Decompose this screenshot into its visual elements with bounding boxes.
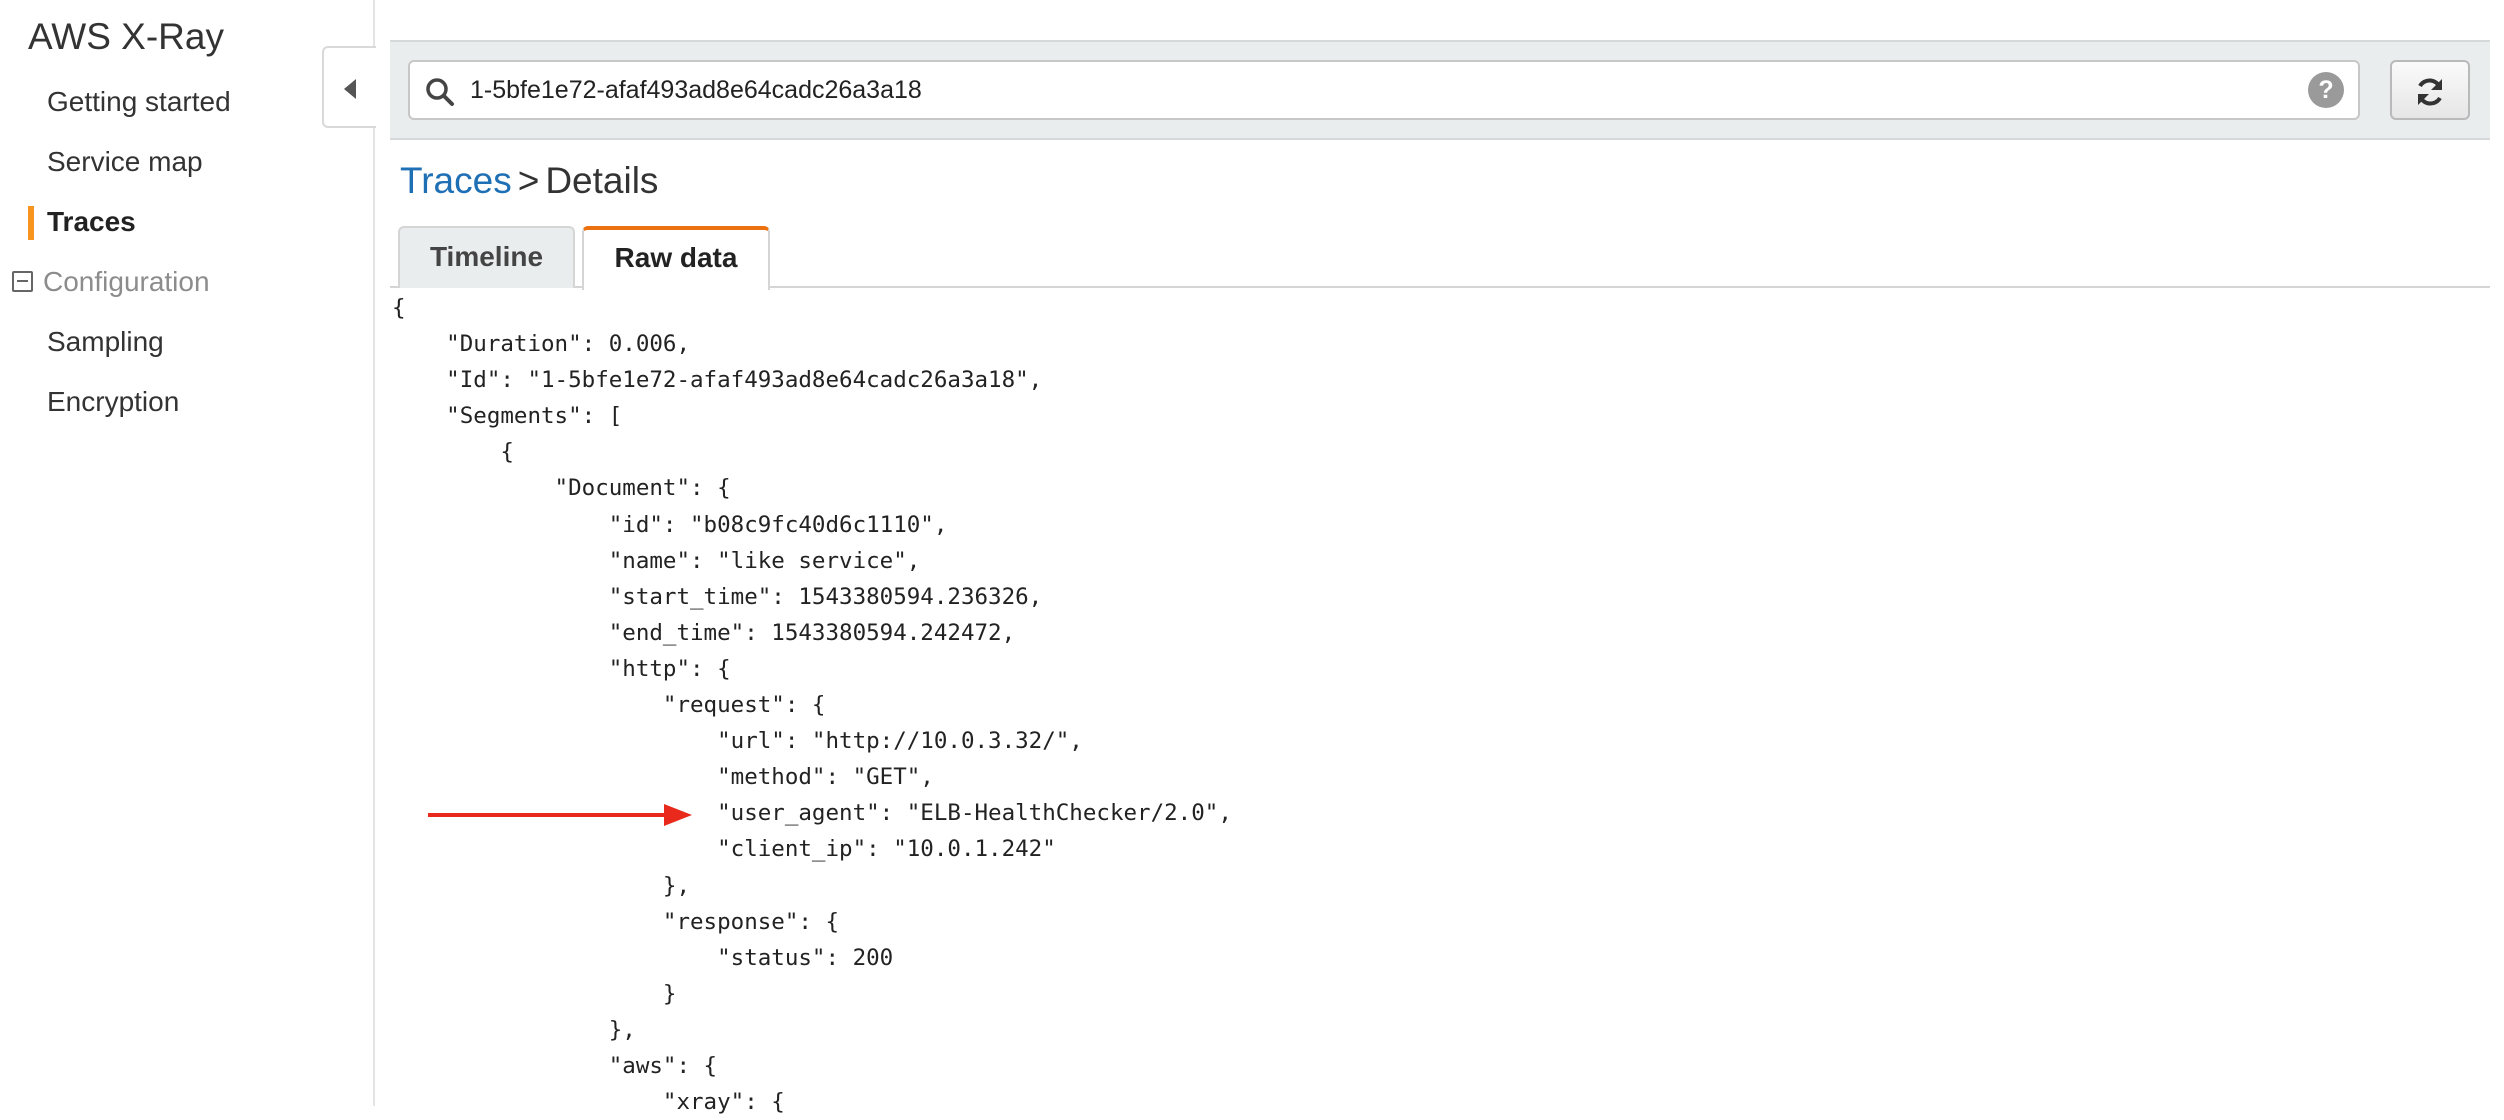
tab-raw-data[interactable]: Raw data — [582, 226, 770, 290]
code-line: "name": "like service", — [392, 547, 921, 574]
code-line: }, — [392, 872, 691, 899]
search-input[interactable] — [470, 70, 2250, 110]
refresh-button[interactable] — [2390, 60, 2470, 120]
code-line: "Duration": 0.006, — [392, 331, 691, 358]
sidebar-toggle-button[interactable] — [322, 46, 376, 128]
tab-timeline[interactable]: Timeline — [398, 226, 575, 288]
code-line: "url": "http://10.0.3.32/", — [392, 728, 1083, 755]
breadcrumb: Traces > Details — [400, 160, 658, 202]
code-line: "http": { — [392, 655, 731, 682]
active-item-marker — [28, 206, 34, 240]
code-line: { — [392, 295, 406, 321]
app-title: AWS X-Ray — [28, 16, 224, 57]
breadcrumb-separator: > — [517, 160, 540, 201]
search-icon — [426, 78, 454, 106]
sidebar-item-encryption[interactable]: Encryption — [47, 386, 179, 418]
sidebar-section-configuration[interactable]: Configuration — [12, 266, 210, 298]
chevron-left-icon — [344, 79, 356, 99]
code-line: "xray": { — [392, 1089, 785, 1116]
code-line: "Segments": [ — [392, 403, 623, 430]
collapse-minus-icon[interactable] — [12, 271, 33, 293]
code-line: "method": "GET", — [392, 764, 934, 791]
sidebar-item-traces[interactable]: Traces — [47, 206, 136, 238]
code-line: "start_time": 1543380594.236326, — [392, 583, 1043, 610]
code-line: "client_ip": "10.0.1.242" — [392, 836, 1056, 863]
refresh-icon — [2418, 78, 2442, 106]
sidebar: AWS X-Ray Getting started Service map Tr… — [0, 0, 375, 1106]
code-line: } — [392, 980, 677, 1007]
code-line: }, — [392, 1016, 636, 1043]
annotation-arrow-icon — [428, 804, 692, 826]
code-line: "Document": { — [392, 475, 731, 502]
search-bar: ? — [390, 40, 2490, 140]
code-line: "id": "b08c9fc40d6c1110", — [392, 511, 948, 538]
code-line: "end_time": 1543380594.242472, — [392, 619, 1016, 646]
help-icon[interactable]: ? — [2308, 72, 2344, 108]
sidebar-section-label: Configuration — [43, 266, 210, 297]
code-line: "request": { — [392, 692, 826, 719]
sidebar-item-service-map[interactable]: Service map — [47, 146, 203, 178]
search-box[interactable]: ? — [408, 60, 2360, 120]
code-line: "Id": "1-5bfe1e72-afaf493ad8e64cadc26a3a… — [392, 367, 1043, 394]
breadcrumb-current: Details — [545, 160, 659, 201]
sidebar-item-sampling[interactable]: Sampling — [47, 326, 164, 358]
code-line: "response": { — [392, 908, 840, 935]
sidebar-item-getting-started[interactable]: Getting started — [47, 86, 231, 118]
code-line: "status": 200 — [392, 944, 894, 971]
code-line: { — [392, 439, 514, 466]
code-line: "aws": { — [392, 1052, 718, 1079]
raw-data-view: { "Duration": 0.006, "Id": "1-5bfe1e72-a… — [392, 290, 1232, 1120]
breadcrumb-link-traces[interactable]: Traces — [400, 160, 512, 201]
